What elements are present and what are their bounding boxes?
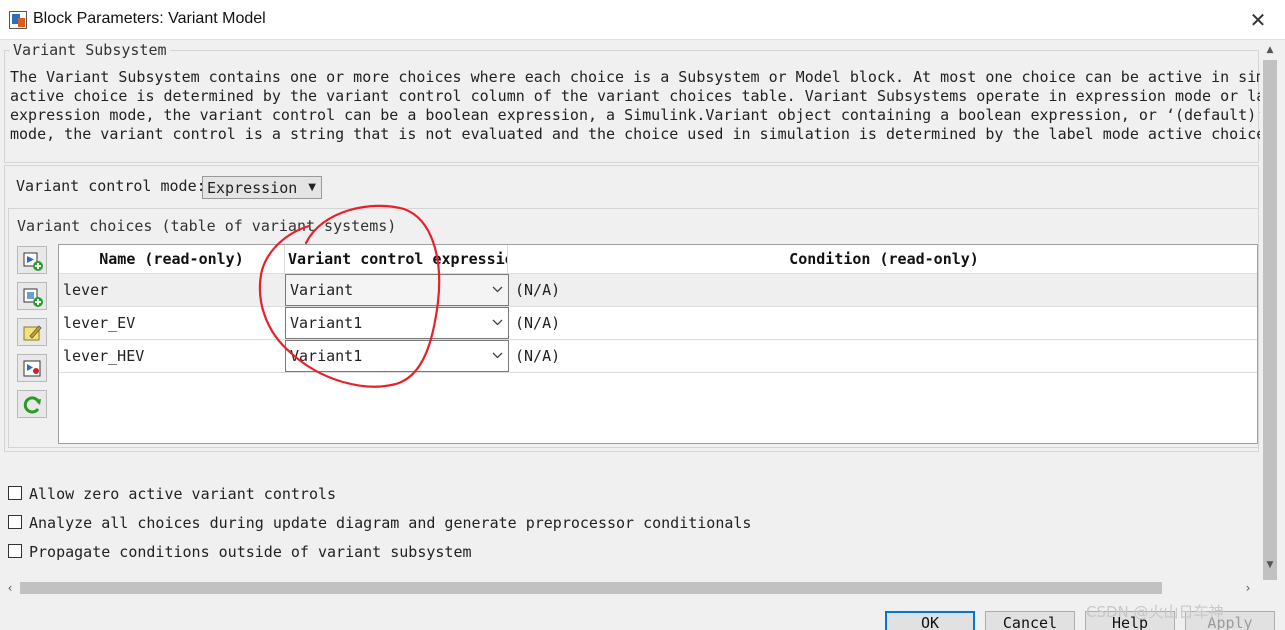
scroll-right-icon[interactable]: › <box>1240 579 1256 597</box>
column-header-condition[interactable]: Condition (read-only) <box>509 245 1257 274</box>
choice-condition: (N/A) <box>515 314 561 332</box>
variant-control-dropdown[interactable]: Variant1 <box>285 307 509 339</box>
description-text: The Variant Subsystem contains one or mo… <box>10 68 1260 143</box>
chevron-down-icon <box>492 286 503 293</box>
vertical-scrollbar[interactable]: ▲ ▼ <box>1261 40 1279 580</box>
scroll-up-icon[interactable]: ▲ <box>1261 42 1279 58</box>
choice-condition: (N/A) <box>515 347 561 365</box>
window-title: Block Parameters: Variant Model <box>33 10 266 27</box>
column-header-name[interactable]: Name (read-only) <box>59 245 285 274</box>
simulink-block-icon <box>9 11 27 29</box>
table-row[interactable]: lever_HEV Variant1 (N/A) <box>59 340 1257 373</box>
variant-control-dropdown[interactable]: Variant1 <box>285 340 509 372</box>
title-bar: Block Parameters: Variant Model ✕ <box>0 0 1285 40</box>
variant-control-mode-select[interactable]: Expression ▼ <box>202 176 322 199</box>
variant-control-dropdown[interactable]: Variant <box>285 274 509 306</box>
analyze-all-choices-checkbox[interactable] <box>8 515 22 529</box>
chevron-down-icon <box>492 352 503 359</box>
chevron-down-icon <box>492 319 503 326</box>
variant-control-mode-label: Variant control mode: <box>16 177 206 195</box>
ok-button[interactable]: OK <box>885 611 975 630</box>
choice-name: lever_EV <box>63 314 136 332</box>
vertical-scroll-thumb[interactable] <box>1263 60 1277 580</box>
choice-condition: (N/A) <box>515 281 561 299</box>
scroll-down-icon[interactable]: ▼ <box>1261 557 1279 573</box>
refresh-button[interactable] <box>17 390 47 418</box>
choice-name: lever <box>63 281 109 299</box>
variant-choices-title: Variant choices (table of variant system… <box>14 217 400 235</box>
cancel-button[interactable]: Cancel <box>985 611 1075 630</box>
open-block-icon <box>23 360 41 377</box>
edit-choice-button[interactable] <box>17 318 47 346</box>
watermark: CSDN @火山日车神 <box>1086 603 1224 621</box>
add-model-choice-icon <box>23 288 43 307</box>
choice-name: lever_HEV <box>63 347 145 365</box>
dropdown-arrow-icon: ▼ <box>308 182 316 193</box>
table-row[interactable]: lever_EV Variant1 (N/A) <box>59 307 1257 340</box>
allow-zero-active-checkbox[interactable] <box>8 486 22 500</box>
horizontal-scroll-thumb[interactable] <box>20 582 1162 594</box>
variant-choices-table: Name (read-only) Variant control express… <box>58 244 1258 444</box>
table-header: Name (read-only) Variant control express… <box>59 245 1257 274</box>
scroll-left-icon[interactable]: ‹ <box>2 579 18 597</box>
add-model-choice-button[interactable] <box>17 282 47 310</box>
description-group-title: Variant Subsystem <box>10 41 170 59</box>
add-subsystem-choice-button[interactable] <box>17 246 47 274</box>
table-row[interactable]: lever Variant (N/A) <box>59 274 1257 307</box>
propagate-conditions-checkbox[interactable] <box>8 544 22 558</box>
horizontal-scrollbar[interactable]: ‹ › <box>0 579 1261 597</box>
close-icon[interactable]: ✕ <box>1245 7 1271 33</box>
column-header-control[interactable]: Variant control expression <box>286 245 508 274</box>
open-block-button[interactable] <box>17 354 47 382</box>
refresh-icon <box>23 396 41 414</box>
add-subsystem-choice-icon <box>23 252 43 271</box>
edit-choice-icon <box>23 325 42 341</box>
